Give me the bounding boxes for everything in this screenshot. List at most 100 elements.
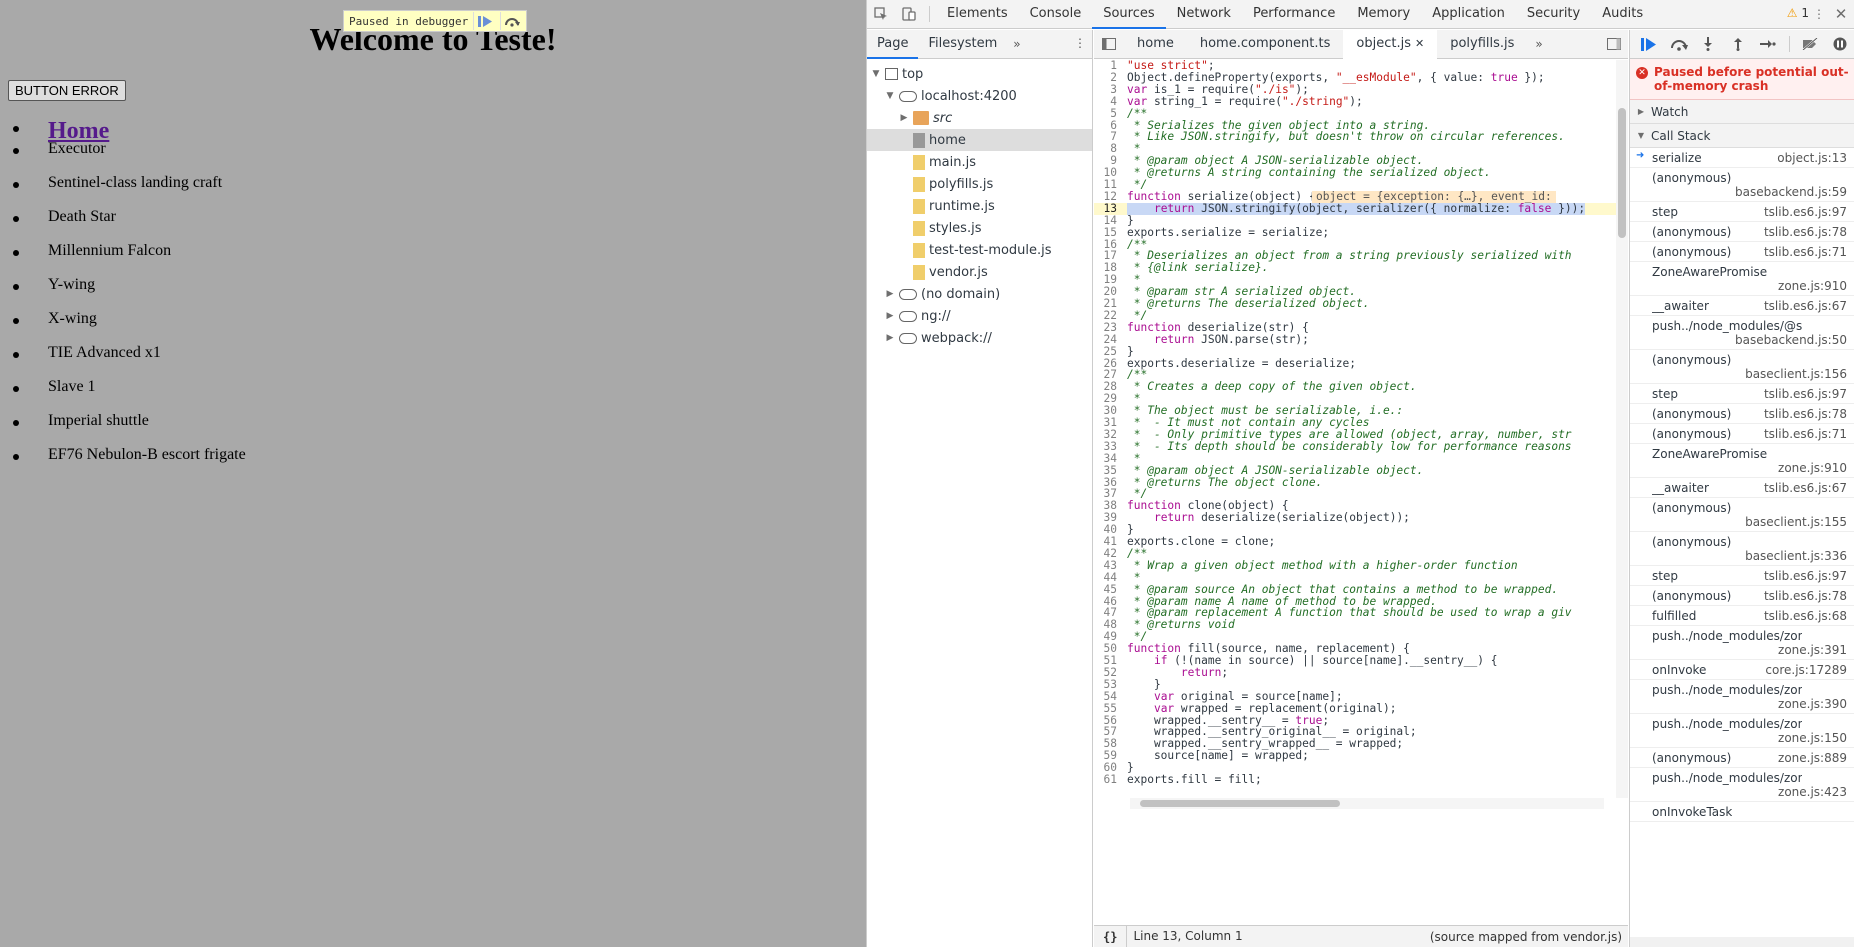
tree-item[interactable]: ▶ (no domain) (867, 283, 1092, 305)
code-line[interactable]: 7 * Like JSON.stringify, but doesn't thr… (1094, 131, 1628, 143)
tree-item[interactable]: polyfills.js (867, 173, 1092, 195)
call-frame-location[interactable]: baseclient.js:156 (1745, 367, 1847, 381)
line-number[interactable]: 35 (1094, 464, 1122, 477)
call-frame[interactable]: (anonymous) baseclient.js:156 (1630, 350, 1854, 384)
editor-tab[interactable]: polyfills.js (1437, 30, 1527, 59)
call-frame-location[interactable]: tslib.es6.js:97 (1764, 569, 1847, 583)
call-frame[interactable]: push../node_modules/@se...basebackend.js… (1630, 316, 1854, 350)
code-view[interactable]: 1 "use strict"; 2 Object.defineProperty(exp… (1094, 60, 1628, 907)
step-icon[interactable] (1753, 30, 1783, 58)
tree-item[interactable]: ▶ src (867, 107, 1092, 129)
line-number[interactable]: 6 (1094, 119, 1122, 132)
call-frame[interactable]: ZoneAwarePromise zone.js:910 (1630, 262, 1854, 296)
tree-item[interactable]: runtime.js (867, 195, 1092, 217)
call-frame[interactable]: step tslib.es6.js:97 (1630, 566, 1854, 586)
expand-triangle-icon[interactable]: ▶ (885, 333, 895, 343)
step-over-icon[interactable] (500, 12, 522, 30)
call-frame-location[interactable]: basebackend.js:50 (1735, 333, 1847, 347)
line-number[interactable]: 43 (1094, 559, 1122, 572)
line-number[interactable]: 55 (1094, 702, 1122, 715)
tree-item[interactable]: ▶ webpack:// (867, 327, 1092, 349)
pretty-print-icon[interactable]: {} (1094, 930, 1126, 944)
watch-section-header[interactable]: ▶ Watch (1630, 100, 1854, 124)
call-frame[interactable]: __awaiter tslib.es6.js:67 (1630, 296, 1854, 316)
device-toolbar-icon[interactable] (895, 0, 923, 28)
source-map-info[interactable]: (source mapped from vendor.js) (1430, 930, 1622, 944)
toggle-navigator-icon[interactable] (1094, 30, 1124, 58)
resume-icon[interactable] (473, 12, 495, 30)
call-frame[interactable]: (anonymous) tslib.es6.js:78 (1630, 404, 1854, 424)
button-error[interactable]: BUTTON ERROR (8, 80, 126, 101)
call-frame[interactable]: (anonymous) baseclient.js:155 (1630, 498, 1854, 532)
line-number[interactable]: 4 (1094, 95, 1122, 108)
line-number[interactable]: 14 (1094, 214, 1122, 227)
code-line[interactable]: 33 * - Its depth should be considerably … (1094, 440, 1628, 453)
code-line[interactable]: 18 * {@link serialize}. (1094, 262, 1628, 274)
line-number[interactable]: 61 (1094, 774, 1122, 786)
code-line[interactable]: 59 source[name] = wrapped; (1094, 750, 1628, 762)
code-line[interactable]: 13 return JSON.stringify(object, seriali… (1094, 202, 1628, 215)
call-frame[interactable]: (anonymous) tslib.es6.js:71 (1630, 424, 1854, 444)
line-number[interactable]: 34 (1094, 452, 1122, 465)
call-frame-location[interactable]: tslib.es6.js:67 (1764, 481, 1847, 495)
line-number[interactable]: 5 (1094, 107, 1122, 120)
call-frame-location[interactable]: zone.js:150 (1778, 731, 1847, 745)
code-line[interactable]: 43 * Wrap a given object method with a h… (1094, 559, 1628, 572)
tab-filesystem[interactable]: Filesystem (918, 30, 1007, 59)
call-frame[interactable]: step tslib.es6.js:97 (1630, 384, 1854, 404)
call-frame[interactable]: ZoneAwarePromise zone.js:910 (1630, 444, 1854, 478)
more-editor-tabs-icon[interactable]: » (1527, 37, 1550, 51)
tab-network[interactable]: Network (1166, 0, 1242, 29)
callstack-section-header[interactable]: ▼ Call Stack (1630, 124, 1854, 148)
tab-audits[interactable]: Audits (1591, 0, 1654, 29)
code-line[interactable]: 52 return; (1094, 666, 1628, 679)
call-frame-location[interactable]: tslib.es6.js:78 (1764, 407, 1847, 421)
call-frame[interactable]: __awaiter tslib.es6.js:67 (1630, 478, 1854, 498)
line-number[interactable]: 7 (1094, 131, 1122, 143)
tree-item[interactable]: test-test-module.js (867, 239, 1092, 261)
collapse-triangle-icon[interactable]: ▼ (885, 91, 895, 101)
code-line[interactable]: 25} (1094, 345, 1628, 358)
code-line[interactable]: 24 return JSON.parse(str); (1094, 333, 1628, 346)
collapse-triangle-icon[interactable]: ▼ (871, 69, 881, 79)
call-frame-location[interactable]: object.js:13 (1777, 151, 1847, 165)
code-line[interactable]: 15 exports.serialize = serialize; (1094, 226, 1628, 239)
line-number[interactable]: 25 (1094, 345, 1122, 358)
tab-security[interactable]: Security (1516, 0, 1591, 29)
call-frame[interactable]: push../node_modules/zone....zone.js:150 (1630, 714, 1854, 748)
expand-triangle-icon[interactable]: ▶ (899, 113, 909, 123)
call-frame-location[interactable]: zone.js:391 (1778, 643, 1847, 657)
call-frame[interactable]: onInvokeTask (1630, 802, 1854, 822)
call-frame[interactable]: onInvoke core.js:17289 (1630, 660, 1854, 680)
call-frame-location[interactable]: core.js:17289 (1765, 663, 1847, 677)
code-line[interactable]: 61 exports.fill = fill; (1094, 774, 1628, 786)
sidebar-horizontal-scrollbar[interactable] (1630, 937, 1854, 947)
toggle-debugger-icon[interactable] (1600, 30, 1628, 58)
line-number[interactable]: 24 (1094, 333, 1122, 346)
editor-tab[interactable]: home (1124, 30, 1187, 59)
call-frame[interactable]: (anonymous) tslib.es6.js:78 (1630, 222, 1854, 242)
call-frame[interactable]: (anonymous) tslib.es6.js:78 (1630, 586, 1854, 606)
code-line[interactable]: 55 var wrapped = replacement(original); (1094, 702, 1628, 715)
inspect-element-icon[interactable] (867, 0, 895, 28)
line-number[interactable]: 13 (1094, 202, 1122, 215)
call-frame[interactable]: push../node_modules/zone....zone.js:423 (1630, 768, 1854, 802)
tree-item[interactable]: home (867, 129, 1092, 151)
editor-horizontal-scrollbar[interactable] (1130, 798, 1604, 809)
code-line[interactable]: 36 * @returns The object clone. (1094, 476, 1628, 489)
more-tabs-icon[interactable]: » (1007, 37, 1026, 51)
deactivate-breakpoints-icon[interactable] (1796, 30, 1826, 58)
tab-performance[interactable]: Performance (1242, 0, 1346, 29)
call-frame[interactable]: ➜ serialize object.js:13 (1630, 148, 1854, 168)
call-frame-location[interactable]: tslib.es6.js:71 (1764, 245, 1847, 259)
tab-memory[interactable]: Memory (1346, 0, 1421, 29)
customize-menu-icon[interactable]: ⋮ (1809, 4, 1829, 24)
code-line[interactable]: 14} (1094, 214, 1628, 227)
close-devtools-icon[interactable]: ✕ (1831, 4, 1851, 24)
tab-sources[interactable]: Sources (1092, 0, 1166, 29)
code-line[interactable]: 26 exports.deserialize = deserialize; (1094, 357, 1628, 370)
call-frame-location[interactable]: zone.js:910 (1778, 461, 1847, 475)
call-frame[interactable]: push../node_modules/zone....zone.js:390 (1630, 680, 1854, 714)
code-line[interactable]: 10 * @returns A string containing the se… (1094, 167, 1628, 179)
warnings-counter[interactable]: ⚠ 1 (1787, 6, 1809, 20)
